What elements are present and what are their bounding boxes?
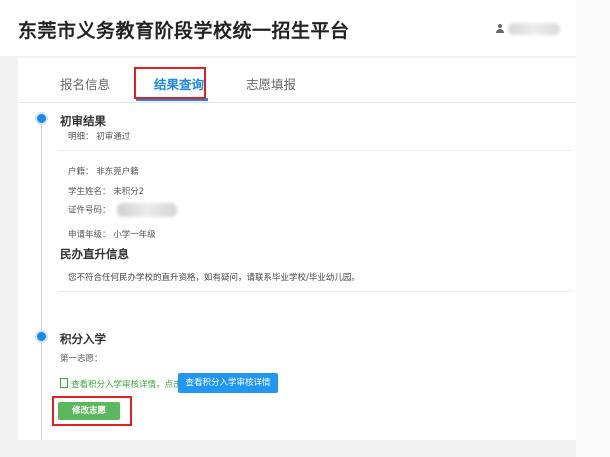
field-value: 未积分2: [113, 187, 145, 197]
field-label: 证件号码：: [68, 205, 111, 216]
first-choice-label: 第一志愿：: [60, 354, 103, 364]
divider: [58, 150, 573, 151]
document-icon: [60, 378, 68, 388]
tab-highlight-box: [134, 67, 206, 99]
view-points-detail-button[interactable]: 查看积分入学审核详情: [178, 373, 278, 393]
site-title: 东莞市义务教育阶段学校统一招生平台: [18, 20, 350, 42]
field-grade: 申请年级： 小学一年级: [68, 228, 156, 240]
divider: [58, 291, 573, 292]
page-edge: [576, 0, 610, 457]
field-value: 小学一年级: [113, 230, 156, 240]
id-number-redacted: [117, 203, 178, 217]
timeline-dot: [35, 330, 48, 343]
field-household: 户籍： 非东莞户籍: [68, 165, 139, 177]
review-explain: 明细： 初审通过: [68, 130, 130, 142]
user-icon: [496, 24, 504, 33]
review-explain-value: 初审通过: [96, 132, 131, 142]
timeline-line: [41, 116, 42, 440]
field-label: 学生姓名：: [68, 187, 111, 197]
section-title-points-admission: 积分入学: [60, 332, 106, 346]
tab-registration-info[interactable]: 报名信息: [60, 74, 110, 93]
user-name-redacted: [508, 23, 560, 35]
field-label: 申请年级：: [68, 230, 111, 240]
timeline-dot: [35, 112, 48, 125]
section-title-private-direct: 民办直升信息: [60, 247, 129, 261]
field-student-name: 学生姓名： 未积分2: [68, 185, 144, 197]
points-detail-link-text: 查看积分入学审核详情，点击: [71, 380, 182, 390]
site-header: 东莞市义务教育阶段学校统一招生平台: [0, 0, 580, 56]
tab-bar: 报名信息 结果查询 志愿填报: [18, 58, 576, 103]
private-direct-notice: 您不符合任何民办学校的直升资格，如有疑问，请联系毕业学校/毕业幼儿园。: [68, 273, 360, 283]
result-card: 报名信息 结果查询 志愿填报 初审结果 明细： 初审通过 户籍： 非东莞户籍 学…: [18, 58, 576, 440]
button-highlight-box: [52, 396, 132, 426]
review-explain-label: 明细：: [68, 132, 94, 142]
field-value: 非东莞户籍: [96, 167, 139, 177]
field-id-number: 证件号码：: [68, 203, 178, 217]
section-title-first-review: 初审结果: [60, 114, 106, 128]
field-label: 户籍：: [68, 167, 94, 177]
points-detail-link[interactable]: 查看积分入学审核详情，点击: [60, 378, 182, 390]
tab-application-fill[interactable]: 志愿填报: [246, 74, 296, 93]
